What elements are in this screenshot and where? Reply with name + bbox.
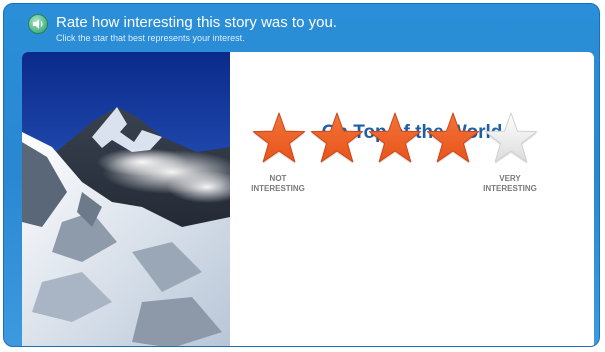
low-rating-label: NOT INTERESTING (246, 174, 310, 194)
high-label-line1: VERY (499, 174, 521, 183)
star-2-icon[interactable] (308, 112, 366, 168)
star-3-icon[interactable] (366, 112, 424, 168)
star-4-icon[interactable] (424, 112, 482, 168)
header: Rate how interesting this story was to y… (4, 4, 599, 52)
rating-panel: Rate how interesting this story was to y… (3, 3, 600, 347)
instruction-title: Rate how interesting this story was to y… (56, 14, 337, 31)
star-rating (250, 112, 540, 168)
high-rating-label: VERY INTERESTING (478, 174, 542, 194)
low-label-line1: NOT (269, 174, 287, 183)
speaker-icon[interactable] (28, 14, 48, 34)
high-label-line2: INTERESTING (483, 184, 537, 193)
story-image (22, 52, 230, 346)
instruction-subtitle: Click the star that best represents your… (56, 33, 245, 43)
low-label-line2: INTERESTING (251, 184, 305, 193)
star-5-icon[interactable] (482, 112, 540, 168)
story-card: On Top of the World (22, 52, 594, 346)
star-1-icon[interactable] (250, 112, 308, 168)
